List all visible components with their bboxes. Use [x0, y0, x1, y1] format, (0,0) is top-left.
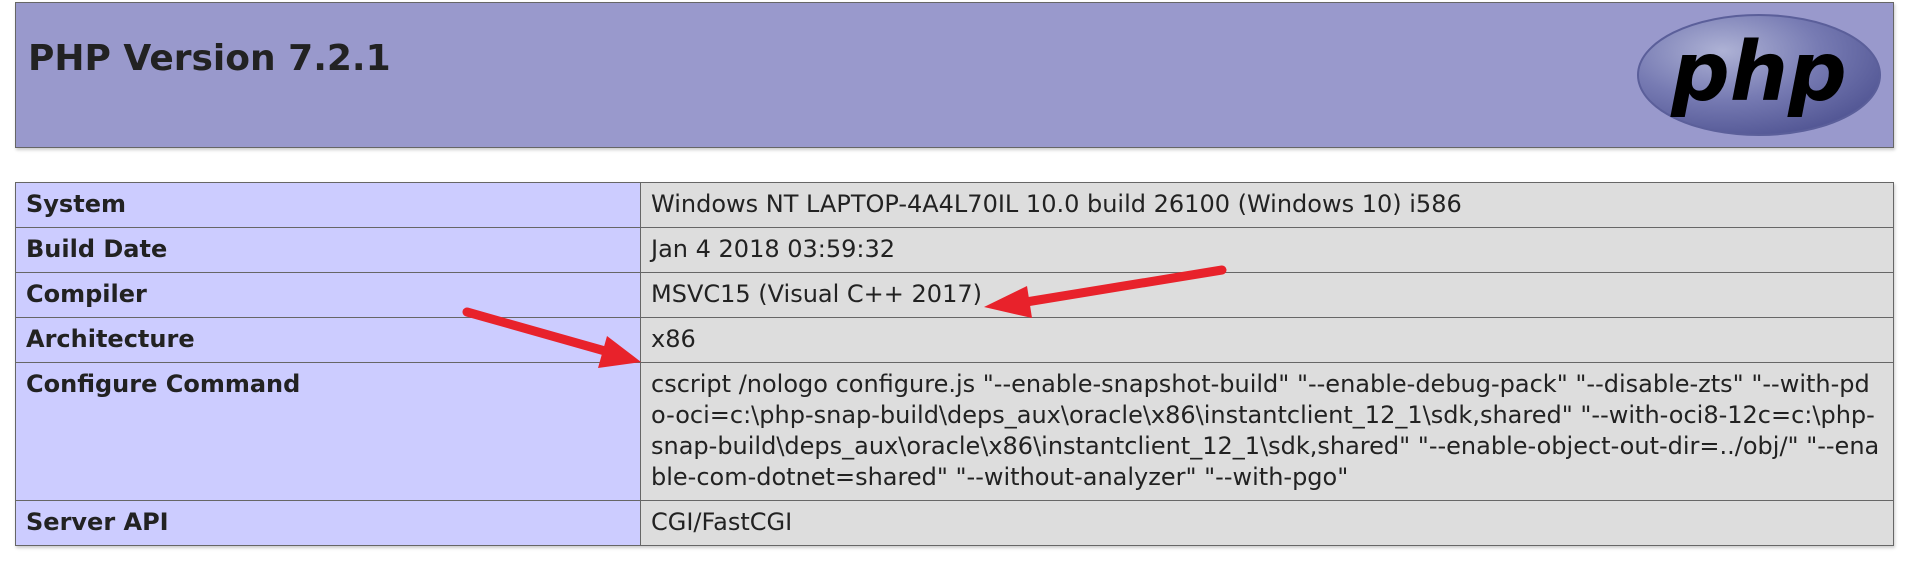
row-key: Server API — [15, 500, 641, 546]
info-table: System Windows NT LAPTOP-4A4L70IL 10.0 b… — [15, 182, 1894, 546]
row-value: cscript /nologo configure.js "--enable-s… — [640, 362, 1894, 501]
row-key: Architecture — [15, 317, 641, 363]
table-row: System Windows NT LAPTOP-4A4L70IL 10.0 b… — [15, 182, 1894, 228]
page-title: PHP Version 7.2.1 — [28, 38, 391, 79]
row-value: Windows NT LAPTOP-4A4L70IL 10.0 build 26… — [640, 182, 1894, 228]
table-row: Build Date Jan 4 2018 03:59:32 — [15, 227, 1894, 273]
table-row: Configure Command cscript /nologo config… — [15, 362, 1894, 501]
table-row: Compiler MSVC15 (Visual C++ 2017) — [15, 272, 1894, 318]
table-row: Server API CGI/FastCGI — [15, 500, 1894, 546]
row-value: MSVC15 (Visual C++ 2017) — [640, 272, 1894, 318]
row-value: Jan 4 2018 03:59:32 — [640, 227, 1894, 273]
table-row: Architecture x86 — [15, 317, 1894, 363]
phpinfo-page: PHP Version 7.2.1 php System Windows NT … — [0, 0, 1919, 566]
row-key: System — [15, 182, 641, 228]
row-key: Configure Command — [15, 362, 641, 501]
row-value: CGI/FastCGI — [640, 500, 1894, 546]
page-header: PHP Version 7.2.1 php — [15, 2, 1894, 148]
row-value: x86 — [640, 317, 1894, 363]
php-logo: php — [1637, 14, 1881, 136]
logo-text: php — [1670, 25, 1847, 120]
row-key: Build Date — [15, 227, 641, 273]
row-key: Compiler — [15, 272, 641, 318]
